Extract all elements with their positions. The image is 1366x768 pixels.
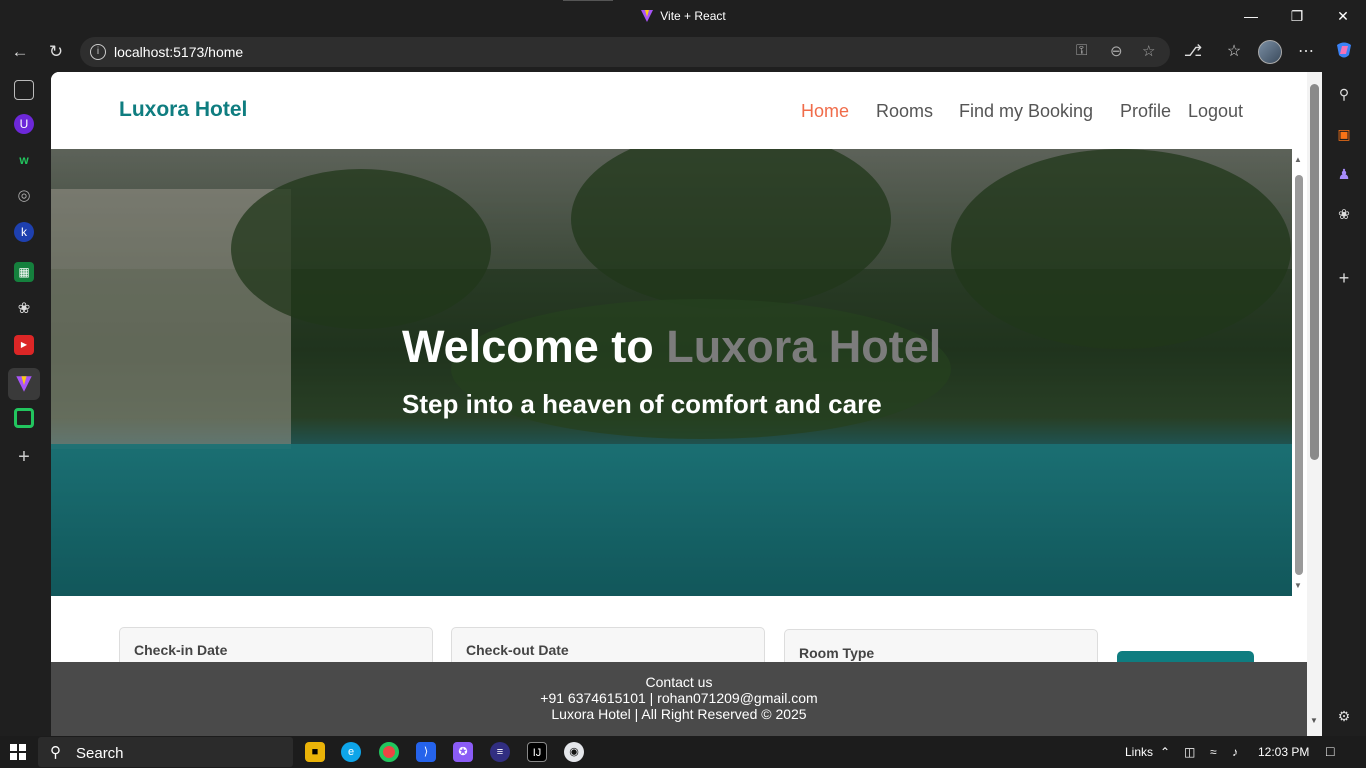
footer-heading: Contact us [645,674,713,690]
chevron-up-icon[interactable]: ⌃ [1160,745,1170,759]
clock-time[interactable]: 12:03 PM [1258,745,1309,759]
active-tab-vite[interactable] [8,368,40,400]
tab-icon-green[interactable]: ▦ [14,262,34,282]
nav-rooms[interactable]: Rooms [876,101,933,122]
youtube-icon[interactable]: ▶ [14,335,34,355]
hero-subtitle: Step into a heaven of comfort and care [402,389,882,419]
sidebar-add-icon[interactable]: + [1334,268,1354,288]
volume-icon[interactable]: ♪ [1232,745,1238,759]
profile-avatar[interactable] [1258,40,1282,64]
scroll-up-arrow[interactable]: ▲ [1294,155,1302,164]
taskbar-search-text: Search [76,745,124,762]
tab-icon-blue[interactable]: k [14,222,34,242]
vscode-icon[interactable]: ⟩ [416,742,436,762]
tab-icon-square-green[interactable] [14,408,34,428]
back-button[interactable]: ← [8,40,32,64]
new-tab-icon[interactable]: + [14,447,34,467]
site-info-icon[interactable]: i [90,44,106,60]
globe-icon[interactable]: ◎ [14,186,34,206]
tools-icon[interactable]: ▣ [1334,124,1354,144]
taskbar-search-box[interactable]: ⚲ Search [38,737,293,767]
games-icon[interactable]: ♟ [1334,164,1354,184]
room-type-label: Room Type [799,645,875,661]
extensions-icon[interactable]: ⎇ [1181,40,1205,64]
footer-contact: +91 6374615101 | rohan071209@gmail.com [540,690,818,706]
windows-start-button[interactable] [10,744,26,760]
minimize-button[interactable]: — [1228,0,1274,32]
nav-profile[interactable]: Profile [1120,101,1171,122]
copilot-app-icon[interactable]: ✪ [453,742,473,762]
inner-scroll-thumb[interactable] [1295,175,1303,575]
settings-gear-icon[interactable]: ⚙ [1334,706,1354,726]
site-header: Luxora Hotel Home Rooms Find my Booking … [51,72,1307,149]
url-bar[interactable]: i localhost:5173/home ⚿ ⊖ ☆ [80,37,1170,67]
notifications-icon[interactable]: □ [1326,743,1334,759]
wifi-icon[interactable]: ≈ [1210,745,1217,759]
brand-logo[interactable]: Luxora Hotel [119,98,247,122]
page-scroll-thumb[interactable] [1310,84,1319,460]
copilot-icon[interactable] [1332,40,1356,64]
checkin-label: Check-in Date [134,642,228,658]
links-toolbar[interactable]: Links [1125,745,1153,759]
zoom-icon[interactable]: ⊖ [1110,42,1123,60]
search-icon: ⚲ [50,744,61,761]
file-explorer-icon[interactable]: ■ [305,742,325,762]
hero-title: Welcome to Luxora Hotel [402,321,941,373]
openai-icon[interactable]: ❀ [14,299,34,319]
restore-button[interactable]: ❐ [1274,0,1320,32]
windows-taskbar: ⚲ Search ■ e ⟩ ✪ ≡ IJ ◉ Links ⌃ ◫ ≈ ♪ 12… [0,736,1366,768]
tab-icon-w[interactable]: w [14,150,34,170]
footer-copyright: Luxora Hotel | All Right Reserved © 2025 [551,706,807,722]
battery-icon[interactable]: ◫ [1184,745,1195,759]
browser-title-bar: Vite + React — ❐ ✕ [0,0,1366,32]
more-menu-icon[interactable]: ⋯ [1294,40,1318,64]
key-icon[interactable]: ⚿ [1076,42,1087,59]
scroll-down-arrow[interactable]: ▼ [1294,581,1302,590]
page-scroll-down-arrow[interactable]: ▼ [1310,716,1318,725]
hero-title-accent: Luxora Hotel [666,321,942,372]
page-viewport: Luxora Hotel Home Rooms Find my Booking … [51,72,1307,736]
chrome-icon[interactable] [379,742,399,762]
nav-find-my-booking[interactable]: Find my Booking [959,101,1093,122]
vertical-tabs-sidebar: U w ◎ k ▦ ❀ ▶ + [0,72,48,736]
github-desktop-icon[interactable]: ◉ [564,742,584,762]
url-text[interactable]: localhost:5173/home [114,44,243,60]
nav-home[interactable]: Home [801,101,849,122]
intellij-icon[interactable]: IJ [527,742,547,762]
edge-icon[interactable]: e [341,742,361,762]
hero-banner: Welcome to Luxora Hotel Step into a heav… [51,149,1292,596]
vite-icon [641,10,654,22]
hero-title-prefix: Welcome to [402,321,667,372]
sidebar-openai-icon[interactable]: ❀ [1334,204,1354,224]
window-title: Vite + React [0,9,1366,23]
address-toolbar: ← ↻ i localhost:5173/home ⚿ ⊖ ☆ ⎇ ☆ ⋯ [0,32,1366,72]
inner-scrollbar[interactable]: ▲ ▼ [1292,149,1307,596]
edge-sidebar: ⚲ ▣ ♟ ❀ + ⚙ [1322,72,1366,736]
site-footer: Contact us +91 6374615101 | rohan071209@… [51,662,1307,736]
tab-strip-indicator [563,0,613,1]
eclipse-icon[interactable]: ≡ [490,742,510,762]
favorite-star-icon[interactable]: ☆ [1142,42,1155,60]
checkout-label: Check-out Date [466,642,569,658]
sidebar-search-icon[interactable]: ⚲ [1334,84,1354,104]
favorites-icon[interactable]: ☆ [1222,40,1246,64]
nav-logout[interactable]: Logout [1188,101,1243,122]
window-title-text: Vite + React [660,9,726,23]
refresh-button[interactable]: ↻ [44,40,68,64]
page-scrollbar[interactable]: ▼ [1307,72,1322,736]
tab-actions-icon[interactable] [14,80,34,100]
close-button[interactable]: ✕ [1320,0,1366,32]
tab-icon-purple[interactable]: U [14,114,34,134]
